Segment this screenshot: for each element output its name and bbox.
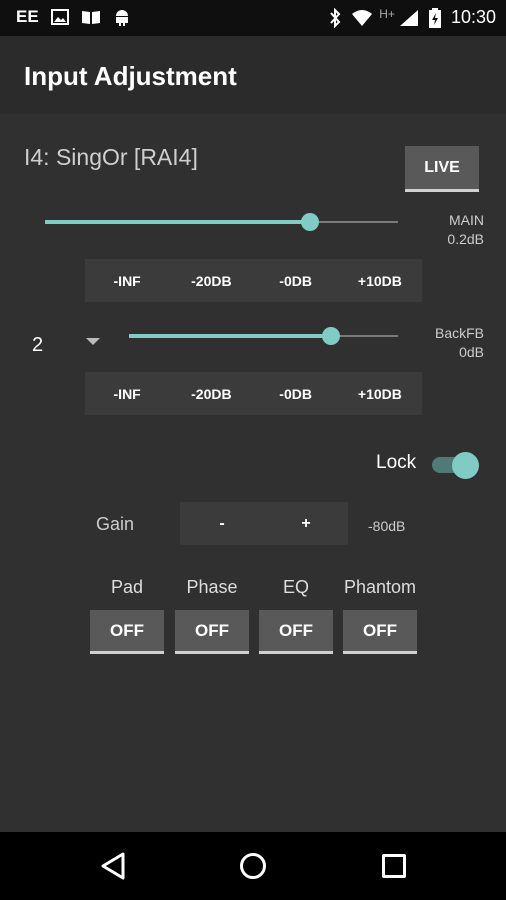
book-icon <box>81 11 100 24</box>
android-icon <box>115 10 128 26</box>
navigation-bar <box>0 832 506 900</box>
slider-thumb[interactable] <box>321 327 340 345</box>
live-button[interactable]: LIVE <box>405 146 479 192</box>
eq-label: EQ <box>282 577 309 597</box>
clock: 10:30 <box>450 7 496 27</box>
phantom-control: Phantom OFF <box>343 576 417 654</box>
aux-preset-plus10-button[interactable]: +10DB <box>338 372 422 415</box>
bluetooth-icon <box>330 7 341 28</box>
channel-name: I4: SingOr [RAI4] <box>24 144 198 170</box>
gain-minus-button[interactable]: - <box>180 502 264 545</box>
home-icon[interactable] <box>240 853 266 879</box>
toggle-knob <box>452 452 479 479</box>
main-preset-inf-button[interactable]: -INF <box>85 259 169 302</box>
lock-toggle[interactable] <box>430 450 480 480</box>
aux-preset-minus20-button[interactable]: -20DB <box>169 372 253 415</box>
signal-icon <box>399 9 418 26</box>
carrier-label: EE <box>16 7 39 26</box>
battery-icon <box>428 7 441 28</box>
main-preset-bar: -INF -20DB -0DB +10DB <box>85 259 422 302</box>
main-content: I4: SingOr [RAI4] LIVE MAIN 0.2dB -INF -… <box>0 114 506 832</box>
aux-preset-0-button[interactable]: -0DB <box>254 372 338 415</box>
eq-control: EQ OFF <box>259 576 333 654</box>
pad-button[interactable]: OFF <box>90 610 164 654</box>
aux-level-slider[interactable] <box>129 324 398 348</box>
main-preset-plus10-button[interactable]: +10DB <box>338 259 422 302</box>
aux-mix-name: BackFB <box>434 325 484 341</box>
eq-button[interactable]: OFF <box>259 610 333 654</box>
aux-mix-value: 0dB <box>459 344 484 360</box>
aux-slider-label: BackFB 0dB <box>404 324 484 362</box>
main-level-slider[interactable] <box>45 210 398 234</box>
network-type: H+ <box>379 7 395 21</box>
image-icon <box>50 9 69 25</box>
pad-label: Pad <box>110 577 144 597</box>
phantom-button[interactable]: OFF <box>343 610 417 654</box>
aux-preset-bar: -INF -20DB -0DB +10DB <box>85 372 422 415</box>
lock-label: Lock <box>376 452 417 473</box>
mix-selector-value[interactable]: 2 <box>32 334 43 357</box>
page-title: Input Adjustment <box>24 61 237 91</box>
main-mix-value: 0.2dB <box>447 231 484 247</box>
main-preset-minus20-button[interactable]: -20DB <box>169 259 253 302</box>
back-icon[interactable] <box>100 852 126 880</box>
phase-button[interactable]: OFF <box>175 610 249 654</box>
phase-control: Phase OFF <box>175 576 249 654</box>
main-mix-name: MAIN <box>449 212 484 228</box>
slider-thumb[interactable] <box>300 213 319 231</box>
phase-label: Phase <box>186 577 238 597</box>
gain-value: -80dB <box>368 518 406 534</box>
recents-icon[interactable] <box>382 854 406 878</box>
phantom-label: Phantom <box>343 577 417 597</box>
gain-stepper: - + <box>180 502 348 545</box>
main-preset-0-button[interactable]: -0DB <box>254 259 338 302</box>
gain-label: Gain <box>96 514 135 534</box>
slider-fill <box>45 220 310 224</box>
status-right: H+ 10:30 <box>329 7 496 28</box>
gain-plus-button[interactable]: + <box>264 502 348 545</box>
status-left: EE <box>16 7 131 27</box>
app-bar: Input Adjustment <box>0 36 506 114</box>
aux-preset-inf-button[interactable]: -INF <box>85 372 169 415</box>
dropdown-arrow-icon[interactable] <box>86 338 100 345</box>
main-slider-label: MAIN 0.2dB <box>404 211 484 249</box>
status-bar: EE H+ 10:30 <box>0 0 506 36</box>
wifi-icon <box>352 9 373 26</box>
slider-fill <box>129 334 331 338</box>
pad-control: Pad OFF <box>90 576 164 654</box>
